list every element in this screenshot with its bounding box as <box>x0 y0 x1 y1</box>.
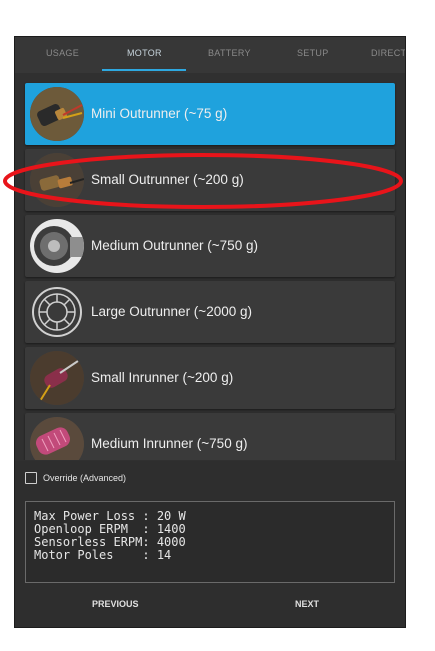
highlight-ellipse-annotation <box>3 153 403 209</box>
